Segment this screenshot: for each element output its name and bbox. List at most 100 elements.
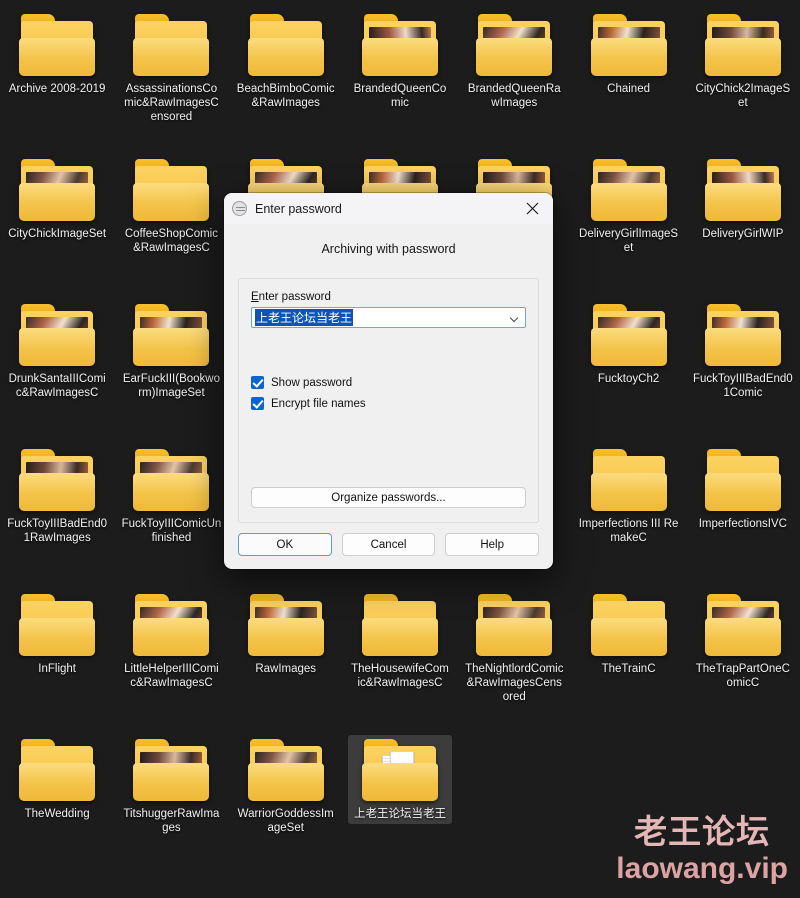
folder-icon: [476, 594, 553, 656]
desktop-icon-cell: EarFuckIII(Bookworm)ImageSet: [114, 294, 228, 439]
desktop-icon[interactable]: WarriorGoddessImageSet: [234, 735, 338, 838]
chevron-down-icon[interactable]: [511, 315, 519, 320]
desktop-icon[interactable]: DrunkSantaIIIComic&RawImagesC: [5, 300, 109, 403]
desktop-icon-label: Imperfections III RemakeC: [578, 518, 679, 544]
desktop-icon[interactable]: 上老王论坛当老王: [347, 735, 452, 824]
winrar-icon: [232, 201, 247, 216]
password-group: Enter password 上老王论坛当老王 Show password En…: [238, 278, 539, 523]
password-input-value: 上老王论坛当老王: [255, 309, 354, 326]
desktop-icon-cell: Archive 2008-2019: [0, 4, 114, 149]
dialog-titlebar[interactable]: Enter password: [224, 193, 553, 224]
desktop-icon[interactable]: RawImages: [234, 590, 338, 679]
desktop-icon-cell: CityChick2ImageSet: [686, 4, 800, 149]
desktop-icon[interactable]: TheNightlordComic&RawImagesCensored: [462, 590, 566, 707]
folder-icon: [590, 449, 667, 511]
encrypt-file-names-checkbox[interactable]: Encrypt file names: [251, 397, 526, 410]
desktop-icon-cell: BeachBimboComic&RawImages: [229, 4, 343, 149]
desktop-icon-cell: FuckToyIIIBadEnd01Comic: [686, 294, 800, 439]
desktop-icon[interactable]: AssassinationsComic&RawImagesCensored: [119, 10, 223, 127]
checkbox-mark: [251, 397, 264, 410]
desktop-icon[interactable]: BeachBimboComic&RawImages: [234, 10, 338, 113]
desktop-icon-label: FucktoyCh2: [597, 373, 660, 385]
desktop-icon-cell: TheNightlordComic&RawImagesCensored: [457, 584, 571, 729]
desktop-icon-label: TheHousewifeComic&RawImagesC: [351, 663, 449, 689]
desktop-icon[interactable]: BrandedQueenComic: [348, 10, 452, 113]
dialog-title: Enter password: [255, 201, 342, 216]
desktop-icon-cell: TitshuggerRawImages: [114, 729, 228, 874]
desktop-icon[interactable]: CoffeeShopComic&RawImagesC: [119, 155, 223, 258]
desktop-icon[interactable]: EarFuckIII(Bookworm)ImageSet: [119, 300, 223, 403]
desktop-icon-label: EarFuckIII(Bookworm)ImageSet: [122, 373, 220, 399]
cancel-button[interactable]: Cancel: [341, 533, 436, 556]
desktop-icon-label: TheNightlordComic&RawImagesCensored: [465, 663, 564, 703]
desktop-icon-cell: BrandedQueenRawImages: [457, 4, 571, 149]
desktop-icon[interactable]: InFlight: [5, 590, 109, 679]
desktop-icon[interactable]: Archive 2008-2019: [5, 10, 109, 99]
show-password-checkbox[interactable]: Show password: [251, 376, 526, 389]
desktop-icon[interactable]: FuckToyIIIBadEnd01Comic: [691, 300, 795, 403]
enter-password-dialog: Enter password Archiving with password E…: [224, 193, 553, 569]
folder-icon: [704, 594, 781, 656]
folder-icon: [247, 594, 324, 656]
desktop-icon[interactable]: BrandedQueenRawImages: [462, 10, 566, 113]
desktop-icon[interactable]: FuckToyIIIBadEnd01RawImages: [5, 445, 109, 548]
desktop-icon-label: TheWedding: [24, 808, 90, 820]
desktop-icon-label: 上老王论坛当老王: [353, 808, 446, 820]
help-button[interactable]: Help: [445, 533, 540, 556]
folder-icon: [704, 449, 781, 511]
desktop-icon[interactable]: CityChickImageSet: [5, 155, 109, 244]
folder-icon: [19, 304, 96, 366]
desktop-icon-label: TheTrainC: [601, 663, 656, 675]
folder-icon: [19, 449, 96, 511]
desktop-icon[interactable]: Chained: [577, 10, 681, 99]
desktop-icon-label: InFlight: [38, 663, 76, 675]
organize-passwords-button[interactable]: Organize passwords...: [251, 487, 526, 508]
desktop-icon[interactable]: DeliveryGirlImageSet: [577, 155, 681, 258]
desktop-icon[interactable]: DeliveryGirlWIP: [691, 155, 795, 244]
folder-icon: [361, 594, 438, 656]
desktop-icon-label: RawImages: [255, 663, 317, 675]
desktop-icon-label: Chained: [607, 83, 650, 95]
desktop-icon-cell: TheTrapPartOneComicC: [686, 584, 800, 729]
desktop-icon-cell: TheTrainC: [571, 584, 685, 729]
password-field-label: Enter password: [251, 291, 526, 303]
desktop-icon-label: CoffeeShopComic&RawImagesC: [124, 228, 218, 254]
folder-icon: [247, 739, 324, 801]
desktop-icon[interactable]: TheHousewifeComic&RawImagesC: [348, 590, 452, 693]
desktop-icon-label: CityChick2ImageSet: [695, 83, 791, 109]
desktop-icon[interactable]: CityChick2ImageSet: [691, 10, 795, 113]
folder-icon: [133, 594, 210, 656]
folder-icon: [590, 594, 667, 656]
show-password-label: Show password: [271, 376, 353, 389]
desktop-icon[interactable]: ImperfectionsIVC: [691, 445, 795, 534]
ok-button[interactable]: OK: [238, 533, 332, 556]
desktop-icon-label: ImperfectionsIVC: [698, 518, 787, 530]
desktop-icon-cell: TheWedding: [0, 729, 114, 874]
desktop-icon[interactable]: TheWedding: [5, 735, 109, 824]
desktop-icon[interactable]: FuckToyIIIComicUnfinished: [119, 445, 223, 548]
desktop-icon-cell: Imperfections III RemakeC: [571, 439, 685, 584]
password-options: Show password Encrypt file names: [251, 376, 526, 418]
desktop-icon[interactable]: TitshuggerRawImages: [119, 735, 223, 838]
desktop-icon-label: FuckToyIIIBadEnd01Comic: [692, 373, 793, 399]
password-input[interactable]: 上老王论坛当老王: [251, 307, 526, 328]
checkbox-mark: [251, 376, 264, 389]
dialog-heading: Archiving with password: [321, 242, 456, 256]
desktop-icon-cell: WarriorGoddessImageSet: [229, 729, 343, 874]
desktop-icon-cell: FuckToyIIIComicUnfinished: [114, 439, 228, 584]
desktop-icon[interactable]: LittleHelperIIIComic&RawImagesC: [119, 590, 223, 693]
desktop-icon-label: BrandedQueenRawImages: [467, 83, 561, 109]
folder-icon: [133, 14, 210, 76]
desktop-icon-cell: TheHousewifeComic&RawImagesC: [343, 584, 457, 729]
desktop-icon[interactable]: TheTrapPartOneComicC: [691, 590, 795, 693]
desktop-icon[interactable]: TheTrainC: [577, 590, 681, 679]
folder-icon: [19, 14, 96, 76]
desktop-icon-label: TheTrapPartOneComicC: [695, 663, 790, 689]
desktop-icon[interactable]: Imperfections III RemakeC: [577, 445, 681, 548]
desktop-icon[interactable]: FucktoyCh2: [577, 300, 681, 389]
folder-icon: [19, 594, 96, 656]
desktop-icon-cell: BrandedQueenComic: [343, 4, 457, 149]
desktop-icon-label: DrunkSantaIIIComic&RawImagesC: [8, 373, 106, 399]
folder-icon: [361, 739, 438, 801]
close-icon[interactable]: [511, 193, 553, 224]
